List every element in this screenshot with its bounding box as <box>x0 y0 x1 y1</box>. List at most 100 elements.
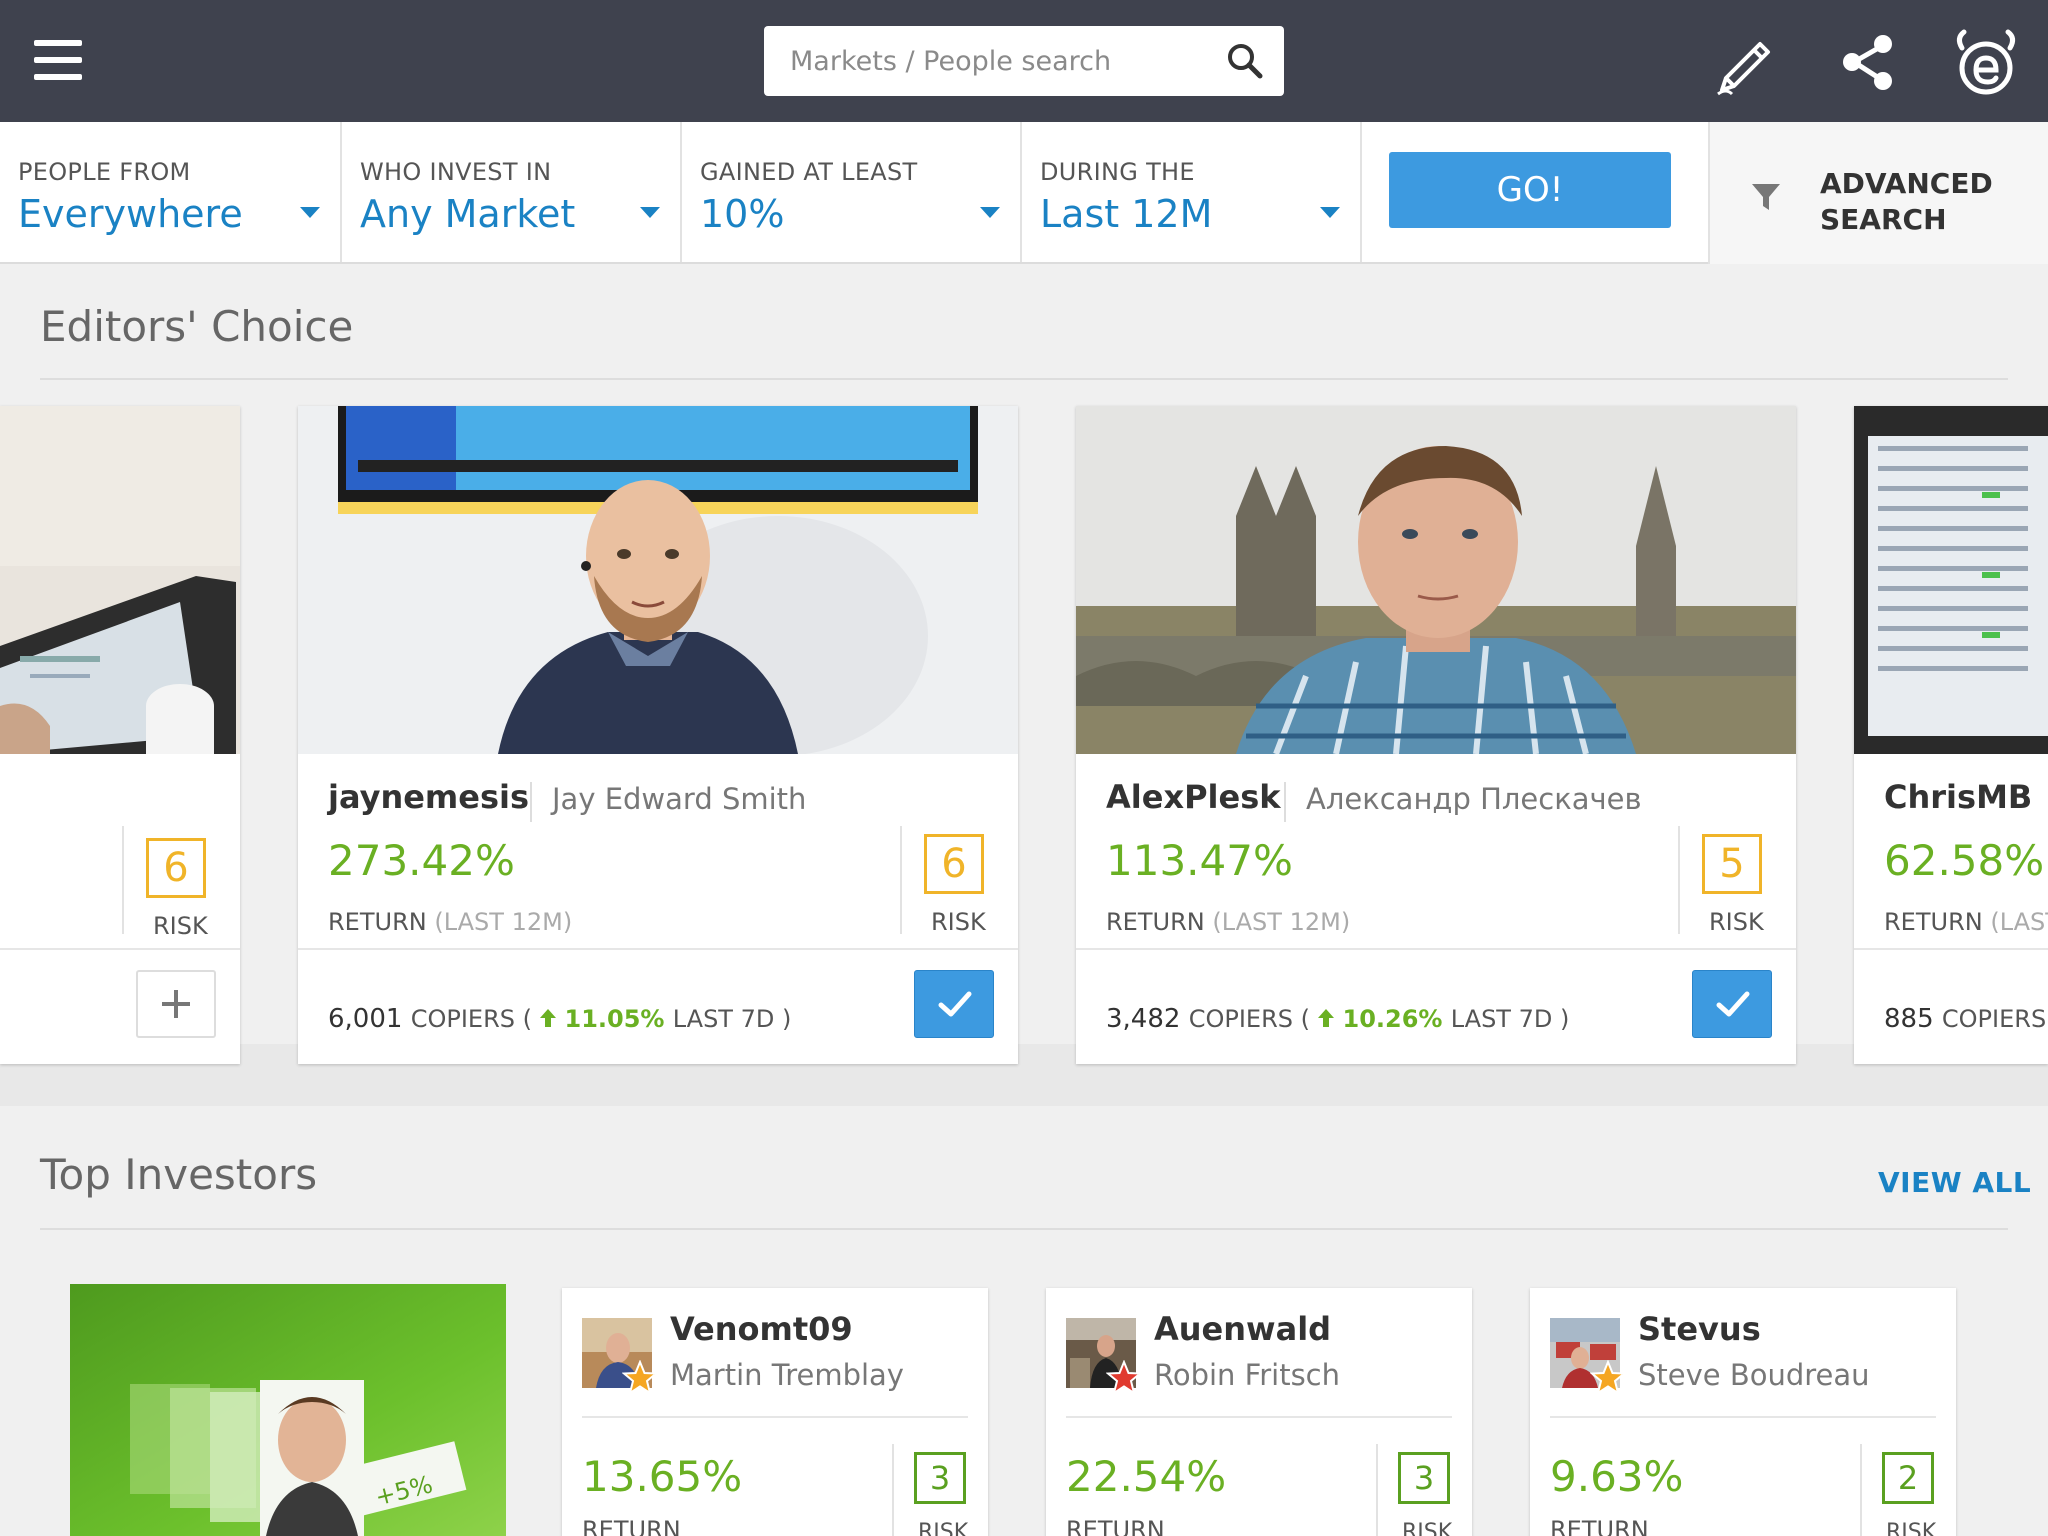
return-text: RETURN <box>328 908 427 936</box>
vertical-divider <box>900 826 902 934</box>
return-percentage: 273.42% <box>328 836 515 885</box>
trader-photo <box>1854 406 2048 754</box>
return-label: RETURN <box>1550 1516 1649 1536</box>
card-divider <box>1854 948 2048 950</box>
risk-score-badge: 6 <box>924 834 984 894</box>
card-divider <box>582 1416 968 1418</box>
chevron-down-icon <box>640 207 660 218</box>
risk-label: RISK <box>153 912 208 940</box>
return-period: (LAST 12M) <box>1212 908 1351 936</box>
card-divider <box>0 948 240 950</box>
trader-card-alexplesk[interactable]: AlexPlesk Александр Плескачев 113.47% RE… <box>1076 406 1796 1064</box>
plus-icon <box>162 990 190 1018</box>
trader-username[interactable]: ChrisMB <box>1884 778 2032 816</box>
risk-label: RISK <box>931 908 986 936</box>
search-icon[interactable] <box>1226 42 1264 80</box>
vertical-divider <box>1678 826 1680 934</box>
star-badge-icon <box>1106 1360 1142 1396</box>
return-label: RETURN <box>582 1516 681 1536</box>
filter-label: GAINED AT LEAST <box>700 158 918 186</box>
copiers-count: 885 <box>1884 1004 1934 1034</box>
risk-score-badge: 3 <box>1398 1452 1450 1504</box>
during-the-dropdown[interactable]: DURING THE Last 12M <box>1022 122 1362 262</box>
hamburger-menu-icon[interactable] <box>34 40 82 80</box>
partial-trader-card-left[interactable]: 6 RISK <box>0 406 240 1064</box>
risk-score-badge: 3 <box>914 1452 966 1504</box>
go-button[interactable]: GO! <box>1389 152 1671 228</box>
editors-choice-title: Editors' Choice <box>40 302 354 351</box>
trader-real-name: Jay Edward Smith <box>552 782 807 816</box>
etoro-logo-icon[interactable] <box>1948 24 2024 100</box>
search-box[interactable] <box>764 26 1284 96</box>
vertical-divider <box>122 826 124 934</box>
gained-at-least-dropdown[interactable]: GAINED AT LEAST 10% <box>682 122 1022 262</box>
return-label: RETURN (LAST 12M) <box>1106 908 1350 936</box>
copy-trader-button[interactable] <box>1692 970 1772 1038</box>
risk-score-badge: 2 <box>1882 1452 1934 1504</box>
return-percentage: 13.65% <box>582 1452 743 1501</box>
investor-username[interactable]: Venomt09 <box>670 1310 853 1348</box>
vertical-divider <box>1376 1444 1378 1536</box>
copiers-gain-period: LAST 7D ) <box>672 1005 792 1033</box>
search-input[interactable] <box>764 26 1204 96</box>
arrow-up-icon <box>1318 1009 1335 1027</box>
people-from-dropdown[interactable]: PEOPLE FROM Everywhere <box>0 122 342 262</box>
vertical-divider <box>892 1444 894 1536</box>
section-divider <box>40 378 2008 380</box>
advanced-line-2: SEARCH <box>1820 203 1947 236</box>
copiers-info: 3,482 COPIERS ( 10.26% LAST 7D ) <box>1106 1004 1569 1034</box>
return-period: (LAST <box>1990 908 2048 936</box>
return-label: RETURN (LAST <box>1884 908 2048 936</box>
risk-score-badge: 6 <box>146 838 206 898</box>
return-label: RETURN <box>1066 1516 1165 1536</box>
invest-in-dropdown[interactable]: WHO INVEST IN Any Market <box>342 122 682 262</box>
avatar <box>1550 1318 1626 1396</box>
chevron-down-icon <box>1320 207 1340 218</box>
risk-label: RISK <box>1402 1520 1453 1536</box>
return-percentage: 9.63% <box>1550 1452 1684 1501</box>
trader-photo <box>0 406 240 754</box>
return-percentage: 62.58% <box>1884 836 2045 885</box>
share-icon[interactable] <box>1830 24 1906 100</box>
return-text: RETURN <box>1106 908 1205 936</box>
copiers-label: COPIERS ( <box>1941 1005 2048 1033</box>
investor-real-name: Martin Tremblay <box>670 1358 904 1392</box>
risk-score-badge: 5 <box>1702 834 1762 894</box>
advanced-search-button[interactable]: ADVANCED SEARCH <box>1708 122 2048 264</box>
checkmark-icon <box>938 991 972 1017</box>
copytrader-promo-banner[interactable]: +5% <box>70 1284 506 1536</box>
copy-trader-button[interactable] <box>914 970 994 1038</box>
trader-username[interactable]: jaynemesis <box>328 778 529 816</box>
copiers-count: 3,482 <box>1106 1004 1181 1034</box>
risk-label: RISK <box>918 1520 969 1536</box>
add-to-watchlist-button[interactable] <box>136 970 216 1038</box>
view-all-link[interactable]: VIEW ALL <box>1878 1166 2031 1199</box>
risk-label: RISK <box>1886 1520 1937 1536</box>
investor-card-auenwald[interactable]: Auenwald Robin Fritsch 22.54% RETURN 3 R… <box>1046 1288 1472 1536</box>
star-badge-icon <box>1590 1360 1626 1396</box>
filter-label: DURING THE <box>1040 158 1195 186</box>
filter-value: Last 12M <box>1040 192 1213 236</box>
trader-username[interactable]: AlexPlesk <box>1106 778 1281 816</box>
card-divider <box>1076 948 1796 950</box>
edit-pencil-icon[interactable] <box>1708 24 1784 100</box>
card-divider <box>1550 1416 1936 1418</box>
filter-label: PEOPLE FROM <box>18 158 191 186</box>
copiers-info: 885 COPIERS ( <box>1884 1004 2048 1034</box>
advanced-search-label: ADVANCED SEARCH <box>1820 166 2020 238</box>
trader-real-name: Александр Плескачев <box>1306 782 1642 816</box>
investor-card-stevus[interactable]: Stevus Steve Boudreau 9.63% RETURN 2 RIS… <box>1530 1288 1956 1536</box>
checkmark-icon <box>1716 991 1750 1017</box>
arrow-up-icon <box>540 1009 557 1027</box>
return-percentage: 113.47% <box>1106 836 1293 885</box>
card-divider <box>1066 1416 1452 1418</box>
investor-username[interactable]: Stevus <box>1638 1310 1761 1348</box>
chevron-down-icon <box>980 207 1000 218</box>
partial-trader-card-chrismb[interactable]: ChrisMB 62.58% RETURN (LAST 885 COPIERS … <box>1854 406 2048 1064</box>
chevron-down-icon <box>300 207 320 218</box>
investor-card-venomt09[interactable]: Venomt09 Martin Tremblay 13.65% RETURN 3… <box>562 1288 988 1536</box>
trader-card-jaynemesis[interactable]: jaynemesis Jay Edward Smith 273.42% RETU… <box>298 406 1018 1064</box>
investor-username[interactable]: Auenwald <box>1154 1310 1331 1348</box>
section-divider <box>40 1228 2008 1230</box>
top-navigation-bar <box>0 0 2048 122</box>
